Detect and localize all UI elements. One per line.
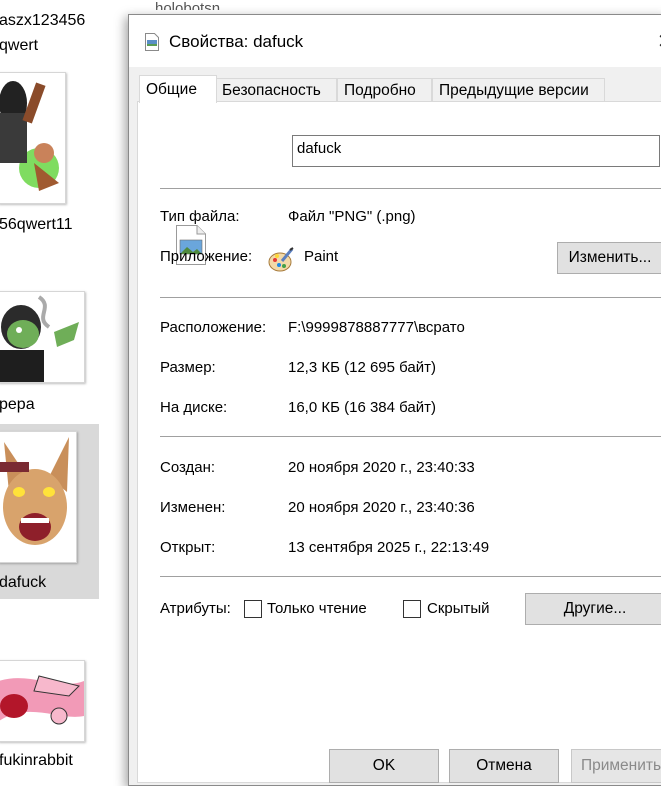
properties-dialog: Свойства: dafuck ✕ Общие Безопасность По… [128,14,661,786]
opened-value: 13 сентября 2025 г., 22:13:49 [288,539,490,556]
modified-value: 20 ноября 2020 г., 23:40:36 [288,499,475,516]
thumbnail-qwert-image[interactable] [0,72,66,204]
apply-button[interactable]: Применить [571,749,661,783]
tab-security[interactable]: Безопасность [215,78,337,102]
file-properties-icon [145,33,159,51]
separator [160,576,661,577]
location-label: Расположение: [160,319,267,336]
dialog-title: Свойства: dafuck [169,32,304,51]
other-attributes-button[interactable]: Другие... [525,593,661,625]
explorer-file-list: aszx123456 qwert 56qwert11 pepa dafuck f… [0,0,128,772]
ok-button[interactable]: OK [329,749,439,783]
file-label-fukinrabbit[interactable]: fukinrabbit [0,752,73,770]
file-type-value: Файл "PNG" (.png) [288,208,416,225]
disk-size-value: 16,0 КБ (16 384 байт) [288,399,436,416]
separator [160,436,661,437]
tab-previous-versions[interactable]: Предыдущие версии [432,78,605,102]
file-label-pepa[interactable]: pepa [0,396,35,414]
tab-general[interactable]: Общие [139,75,217,103]
file-label-qwert[interactable]: qwert [0,37,38,55]
file-name-input[interactable]: dafuck [292,135,660,167]
readonly-label[interactable]: Только чтение [267,600,367,617]
cancel-button[interactable]: Отмена [449,749,559,783]
tab-details[interactable]: Подробно [337,78,432,102]
separator [160,297,661,298]
separator [160,188,661,189]
thumbnail-dafuck-image[interactable] [0,431,77,563]
opened-label: Открыт: [160,539,216,556]
background-window-text: holobotsn...............................… [155,0,441,10]
readonly-checkbox[interactable] [244,600,262,618]
attributes-label: Атрибуты: [160,600,231,617]
file-label-aszx123456[interactable]: aszx123456 [0,12,85,30]
close-icon[interactable]: ✕ [657,29,661,54]
hidden-label[interactable]: Скрытый [427,600,490,617]
created-label: Создан: [160,459,216,476]
change-app-button[interactable]: Изменить... [557,242,661,274]
disk-size-label: На диске: [160,399,228,416]
file-type-label: Тип файла: [160,208,240,225]
paint-icon [268,247,294,273]
hidden-checkbox[interactable] [403,600,421,618]
file-label-56qwert11[interactable]: 56qwert11 [0,216,73,234]
app-value: Paint [304,248,339,265]
size-label: Размер: [160,359,216,376]
thumbnail-fukinrabbit-image[interactable] [0,660,85,742]
file-label-dafuck[interactable]: dafuck [0,574,46,592]
size-value: 12,3 КБ (12 695 байт) [288,359,436,376]
location-value: F:\9999878887777\всрато [288,319,465,336]
modified-label: Изменен: [160,499,226,516]
thumbnail-pepa-image[interactable] [0,291,85,383]
general-tab-panel: dafuck Тип файла: Файл "PNG" (.png) Прил… [137,101,661,783]
created-value: 20 ноября 2020 г., 23:40:33 [288,459,475,476]
dialog-titlebar[interactable]: Свойства: dafuck ✕ [129,15,661,67]
app-label: Приложение: [160,248,253,265]
